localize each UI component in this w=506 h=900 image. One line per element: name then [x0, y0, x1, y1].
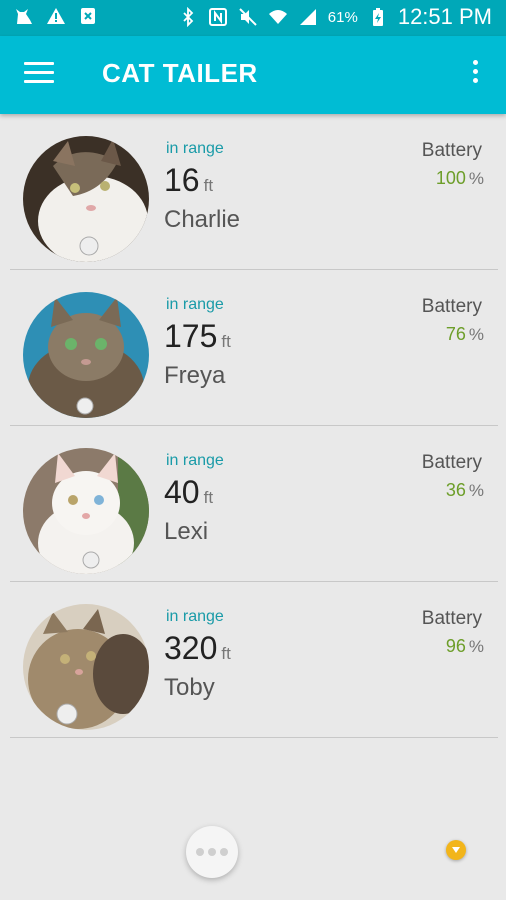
cat-icon: [16, 9, 32, 24]
cat-row-lexi[interactable]: in range 40 ft Lexi Battery 36%: [0, 426, 506, 582]
signal-icon: [299, 9, 316, 25]
cat-name: Freya: [164, 362, 226, 389]
app-toolbar: CAT TAILER: [0, 36, 506, 114]
battery-percent: 61%: [327, 8, 358, 26]
battery-percent-sign: %: [468, 481, 484, 500]
battery-value: 36%: [446, 480, 484, 501]
chevron-down-icon[interactable]: [446, 840, 466, 860]
battery-number: 96: [445, 636, 466, 656]
blocked-file-icon: [81, 8, 95, 24]
warning-icon: [47, 8, 65, 24]
bluetooth-icon: [183, 7, 194, 27]
status-bar: 61% 12:51 PM: [0, 0, 506, 36]
row-divider: [10, 737, 498, 738]
wifi-icon: [268, 10, 287, 24]
distance-unit: ft: [221, 644, 231, 663]
cat-name: Toby: [164, 674, 215, 701]
battery-value: 76%: [446, 324, 484, 345]
hamburger-menu-icon[interactable]: [24, 62, 54, 86]
cat-name: Charlie: [164, 206, 241, 233]
distance-value: 320: [164, 630, 218, 666]
battery-percent-sign: %: [468, 169, 484, 188]
cat-row-charlie[interactable]: in range 16 ft Charlie Battery 100%: [0, 114, 506, 270]
app-title: CAT TAILER: [102, 58, 258, 88]
battery-value: 100%: [436, 168, 484, 189]
more-options-button[interactable]: [186, 826, 238, 878]
cat-avatar-toby[interactable]: [23, 604, 149, 730]
distance-value: 16: [164, 162, 200, 198]
battery-value: 96%: [446, 636, 484, 657]
cat-avatar-charlie[interactable]: [23, 136, 149, 262]
battery-label: Battery: [421, 608, 482, 629]
distance: 175 ft: [164, 318, 231, 355]
cat-row-freya[interactable]: in range 175 ft Freya Battery 76%: [0, 270, 506, 426]
cat-avatar-lexi[interactable]: [23, 448, 149, 574]
battery-percent-sign: %: [468, 325, 484, 344]
distance: 16 ft: [164, 162, 213, 199]
battery-number: 76: [445, 324, 466, 344]
battery-number: 100: [435, 168, 466, 188]
mute-icon: [239, 8, 257, 26]
cat-avatar-freya[interactable]: [23, 292, 149, 418]
overflow-menu-icon[interactable]: [470, 60, 480, 90]
range-status: in range: [166, 452, 224, 469]
distance: 40 ft: [164, 474, 213, 511]
range-status: in range: [166, 140, 224, 157]
distance-value: 40: [164, 474, 200, 510]
cat-row-toby[interactable]: in range 320 ft Toby Battery 96%: [0, 582, 506, 738]
distance-unit: ft: [203, 488, 214, 507]
nfc-icon: [208, 8, 227, 26]
notification-icons: [14, 6, 98, 26]
system-icons: 61% 12:51 PM: [178, 4, 492, 30]
distance-unit: ft: [203, 176, 214, 195]
distance-value: 175: [164, 318, 218, 354]
cat-name: Lexi: [164, 518, 209, 545]
battery-percent-sign: %: [468, 637, 484, 656]
distance: 320 ft: [164, 630, 231, 667]
battery-label: Battery: [421, 452, 482, 473]
battery-label: Battery: [421, 140, 482, 161]
battery-number: 36: [445, 480, 466, 500]
cat-list: in range 16 ft Charlie Battery 100% in ra…: [0, 114, 506, 738]
range-status: in range: [166, 608, 224, 625]
battery-charging-icon: [372, 8, 383, 26]
clock: 12:51 PM: [397, 4, 492, 29]
distance-unit: ft: [221, 332, 231, 351]
battery-label: Battery: [421, 296, 482, 317]
range-status: in range: [166, 296, 224, 313]
